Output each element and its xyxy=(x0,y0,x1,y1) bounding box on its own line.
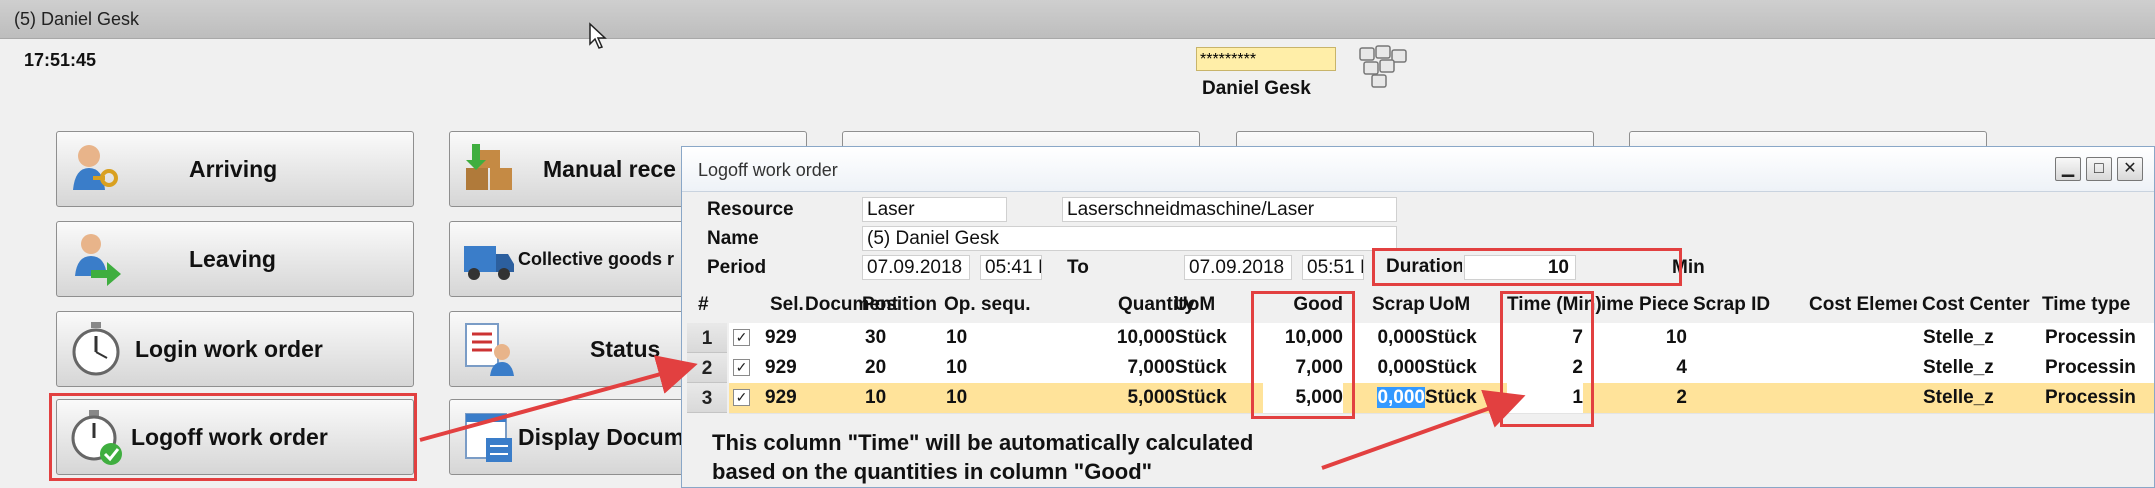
arrow-to-time-column xyxy=(1321,389,1526,470)
annotation-arrows xyxy=(419,355,1526,470)
arrow-to-row-2 xyxy=(419,355,698,442)
